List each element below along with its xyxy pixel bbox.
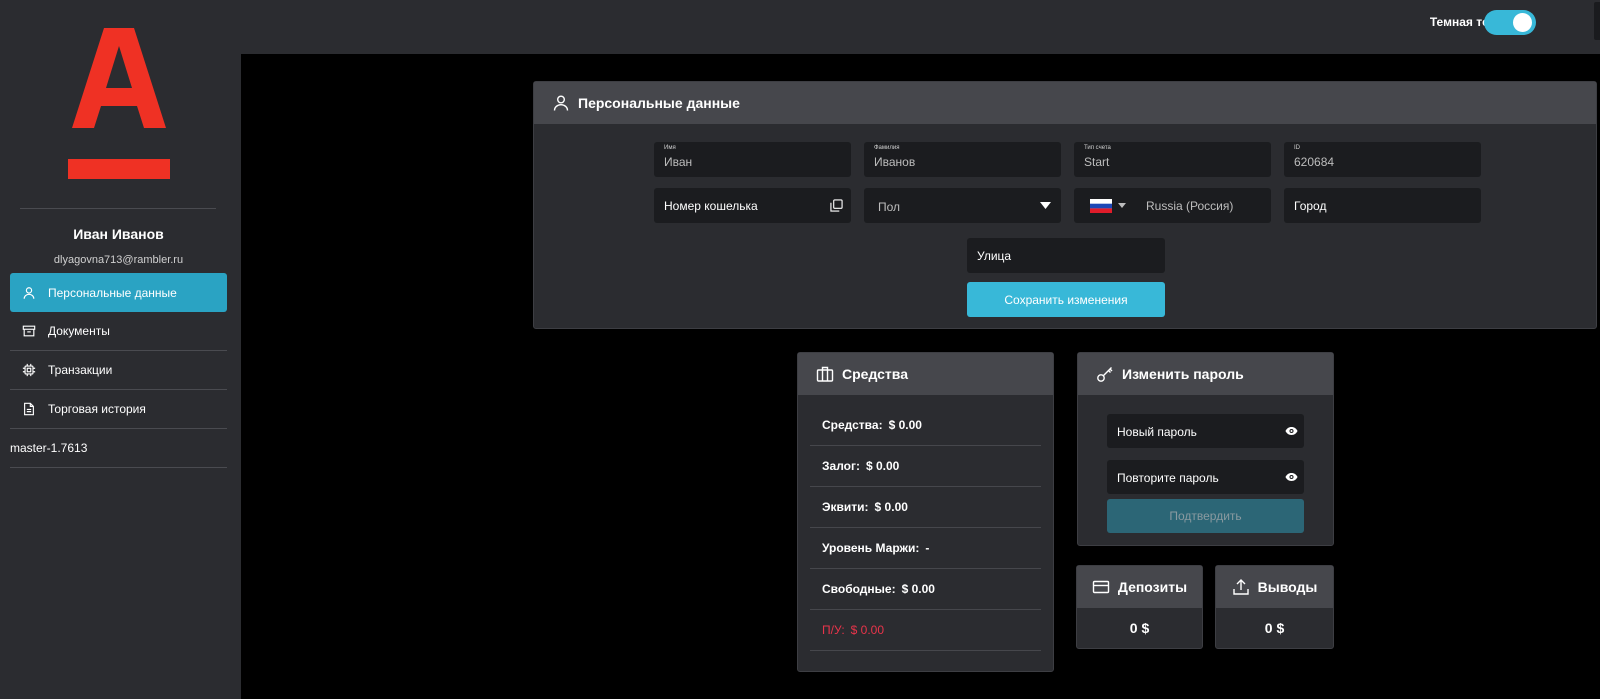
topbar-edge-button[interactable] xyxy=(1594,2,1600,40)
row-label: Средства: xyxy=(822,418,883,432)
sidebar-item-trade-history[interactable]: Торговая история xyxy=(10,390,227,429)
field-label: Фамилия xyxy=(874,145,900,151)
field-placeholder: Номер кошелька xyxy=(664,199,758,213)
withdrawals-card[interactable]: Выводы 0 $ xyxy=(1215,565,1334,649)
sidebar-item-label: Транзакции xyxy=(48,363,113,377)
field-label: ID xyxy=(1294,145,1300,151)
field-placeholder: Новый пароль xyxy=(1117,425,1197,439)
row-label: Эквити: xyxy=(822,500,869,514)
field-value: Start xyxy=(1084,155,1110,169)
card-title: Выводы xyxy=(1257,579,1318,595)
topbar: Темная тема xyxy=(241,0,1600,54)
cpu-icon xyxy=(22,363,36,377)
card-header: Депозиты xyxy=(1077,566,1202,608)
row-value: $ 0.00 xyxy=(901,582,935,596)
sidebar-item-transactions[interactable]: Транзакции xyxy=(10,351,227,390)
card-title: Персональные данные xyxy=(578,95,740,111)
country-phone-field[interactable]: Russia (Россия) xyxy=(1074,188,1271,223)
funds-row: Средства: $ 0.00 xyxy=(810,405,1041,446)
dark-theme-toggle[interactable] xyxy=(1484,10,1536,35)
field-placeholder: Пол xyxy=(878,200,901,214)
save-changes-button[interactable]: Сохранить изменения xyxy=(967,282,1165,317)
sidebar-item-label: Документы xyxy=(48,324,110,338)
city-field[interactable]: Город xyxy=(1284,188,1481,223)
eye-icon[interactable] xyxy=(1285,472,1298,482)
collateral-row: Залог: $ 0.00 xyxy=(810,446,1041,487)
pnl-row: П/У: $ 0.00 xyxy=(810,610,1041,651)
user-icon xyxy=(22,286,36,300)
street-field[interactable]: Улица xyxy=(967,238,1165,273)
row-value: $ 0.00 xyxy=(865,459,900,473)
credit-card-icon xyxy=(1092,578,1110,596)
field-value: 620684 xyxy=(1294,155,1335,169)
deposits-amount: 0 $ xyxy=(1129,620,1150,636)
confirm-button[interactable]: Подтвердить xyxy=(1107,499,1304,533)
sidebar-item-label: Торговая история xyxy=(48,402,146,416)
row-value: $ 0.00 xyxy=(888,418,922,432)
chevron-down-icon xyxy=(1040,202,1051,209)
funds-card: Средства Средства: $ 0.00 Залог: $ 0.00 … xyxy=(797,352,1054,672)
field-placeholder: Повторите пароль xyxy=(1117,471,1219,485)
field-placeholder: Город xyxy=(1294,199,1327,213)
repeat-password-field[interactable]: Повторите пароль xyxy=(1107,460,1304,494)
change-password-card: Изменить пароль Новый пароль Повторите п… xyxy=(1077,352,1334,546)
sidebar-item-personal-data[interactable]: Персональные данные xyxy=(10,273,227,312)
margin-level-row: Уровень Маржи: - xyxy=(810,528,1041,569)
briefcase-icon xyxy=(816,365,834,383)
card-header: Персональные данные xyxy=(534,82,1596,124)
deposits-card[interactable]: Депозиты 0 $ xyxy=(1076,565,1203,649)
row-label: Залог: xyxy=(822,459,860,473)
withdrawals-amount: 0 $ xyxy=(1264,620,1285,636)
field-value: Иванов xyxy=(874,155,916,169)
card-title: Средства xyxy=(842,366,909,382)
free-funds-row: Свободные: $ 0.00 xyxy=(810,569,1041,610)
key-icon xyxy=(1096,365,1114,383)
id-field[interactable]: ID 620684 xyxy=(1284,142,1481,177)
row-label: Уровень Маржи: xyxy=(822,541,920,555)
row-label: П/У: xyxy=(822,623,845,637)
sidebar-nav: Персональные данные Документы Транзакции… xyxy=(10,273,227,468)
sidebar-item-documents[interactable]: Документы xyxy=(10,312,227,351)
card-header: Выводы xyxy=(1216,566,1333,608)
card-header: Средства xyxy=(798,353,1053,395)
toggle-knob xyxy=(1513,13,1532,32)
last-name-field[interactable]: Фамилия Иванов xyxy=(864,142,1061,177)
row-value: $ 0.00 xyxy=(874,500,908,514)
field-value: Иван xyxy=(664,155,693,169)
row-label: Свободные: xyxy=(822,582,896,596)
sidebar: Иван Иванов dlyagovna713@rambler.ru Перс… xyxy=(0,0,241,699)
field-label: Имя xyxy=(664,145,676,151)
archive-icon xyxy=(22,324,36,338)
country-value: Russia (Россия) xyxy=(1146,199,1234,213)
card-title: Изменить пароль xyxy=(1122,366,1244,382)
document-icon xyxy=(22,402,36,416)
copy-icon[interactable] xyxy=(830,199,843,212)
row-value: $ 0.00 xyxy=(850,623,885,637)
sidebar-item-label: Персональные данные xyxy=(48,285,177,300)
field-placeholder: Улица xyxy=(977,249,1012,263)
row-value: - xyxy=(925,541,930,555)
account-type-field[interactable]: Тип счета Start xyxy=(1074,142,1271,177)
chevron-down-icon xyxy=(1118,203,1126,208)
upload-icon xyxy=(1232,578,1250,596)
equity-row: Эквити: $ 0.00 xyxy=(810,487,1041,528)
gender-select[interactable]: Пол xyxy=(864,188,1061,223)
new-password-field[interactable]: Новый пароль xyxy=(1107,414,1304,448)
eye-icon[interactable] xyxy=(1285,426,1298,436)
user-name: Иван Иванов xyxy=(73,226,164,242)
user-email: dlyagovna713@rambler.ru xyxy=(53,254,184,266)
first-name-field[interactable]: Имя Иван xyxy=(654,142,851,177)
wallet-number-field[interactable]: Номер кошелька xyxy=(654,188,851,223)
card-title: Депозиты xyxy=(1117,579,1188,595)
user-icon xyxy=(552,94,570,112)
personal-data-card: Персональные данные Имя Иван Фамилия Ива… xyxy=(533,81,1597,329)
version-label: master-1.7613 xyxy=(10,429,227,468)
alfa-logo[interactable] xyxy=(68,28,170,186)
russia-flag-icon[interactable] xyxy=(1090,199,1112,213)
field-label: Тип счета xyxy=(1084,145,1111,151)
divider xyxy=(20,208,216,209)
card-header: Изменить пароль xyxy=(1078,353,1333,395)
